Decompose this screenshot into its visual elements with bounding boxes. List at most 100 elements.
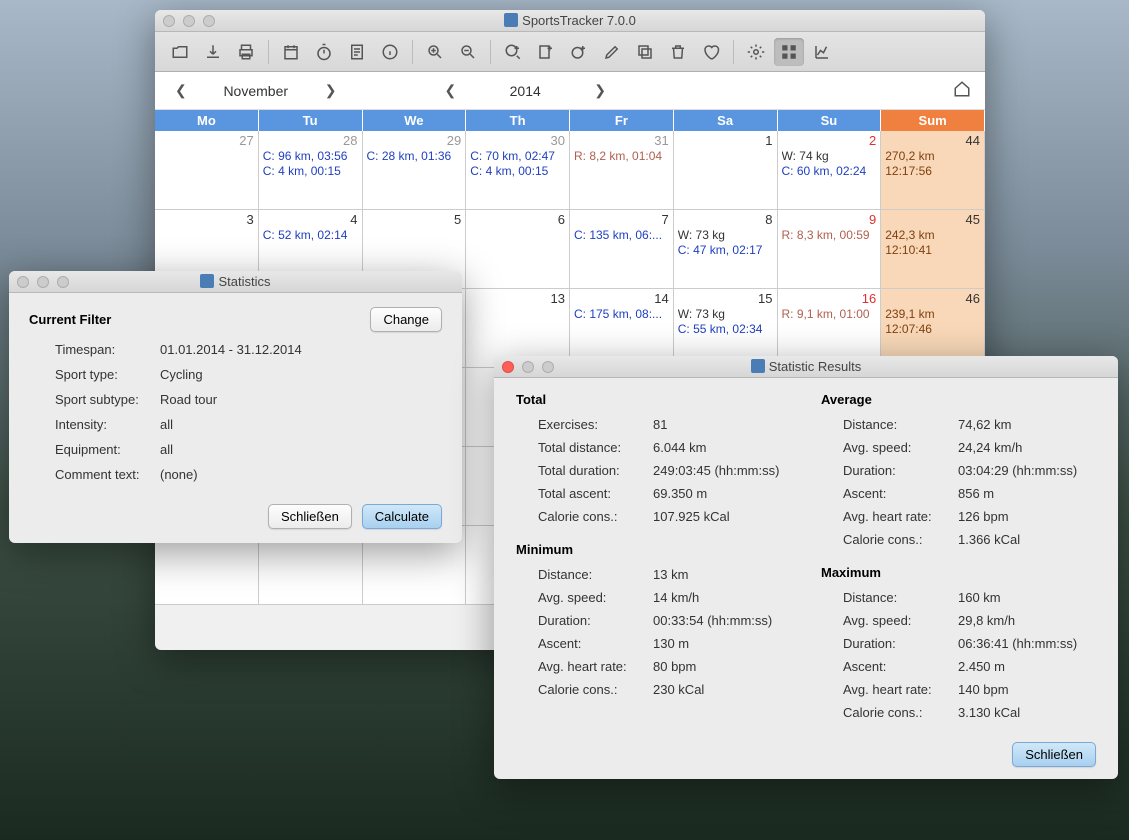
calendar-day-cell[interactable]: 30C: 70 km, 02:47C: 4 km, 00:15 [466,131,570,210]
calendar-entry[interactable]: 12:17:56 [885,164,980,178]
open-icon[interactable] [165,38,195,66]
label: Duration: [843,636,958,651]
window-title: SportsTracker 7.0.0 [155,13,985,28]
calendar-day-cell[interactable]: 29C: 28 km, 01:36 [363,131,467,210]
note-icon[interactable] [342,38,372,66]
close-icon[interactable] [502,361,514,373]
copy-icon[interactable] [630,38,660,66]
calendar-entry[interactable]: R: 8,3 km, 00:59 [782,228,877,242]
label: Calorie cons.: [843,532,958,547]
calendar-day-cell[interactable]: 1 [674,131,778,210]
value: 1.366 kCal [958,532,1096,547]
chart-view-icon[interactable] [807,38,837,66]
heart-icon[interactable] [696,38,726,66]
value: 140 bpm [958,682,1096,697]
calendar-entry[interactable]: W: 74 kg [782,149,877,163]
zoom-icon[interactable] [203,15,215,27]
value: 160 km [958,590,1096,605]
add-note-icon[interactable] [531,38,561,66]
close-button[interactable]: Schließen [1012,742,1096,767]
label: Avg. speed: [843,440,958,455]
sporttype-value: Cycling [160,367,442,382]
settings-icon[interactable] [741,38,771,66]
label: Ascent: [843,486,958,501]
close-icon[interactable] [163,15,175,27]
calendar-entry[interactable]: C: 47 km, 02:17 [678,243,773,257]
calendar-entry[interactable]: C: 4 km, 00:15 [470,164,565,178]
calendar-entry[interactable]: R: 8,2 km, 01:04 [574,149,669,163]
results-titlebar[interactable]: Statistic Results [494,356,1118,378]
day-number: 27 [159,133,254,148]
calendar-day-cell[interactable]: 6 [466,210,570,289]
stopwatch-icon[interactable] [309,38,339,66]
calendar-sum-cell: 45242,3 km12:10:41 [881,210,985,289]
day-number: 3 [159,212,254,227]
prev-year-button[interactable]: ❮ [440,82,460,99]
info-icon[interactable] [375,38,405,66]
calendar-icon[interactable] [276,38,306,66]
weekday-header: Tu [259,110,363,131]
calendar-day-cell[interactable]: 31R: 8,2 km, 01:04 [570,131,674,210]
close-icon[interactable] [17,276,29,288]
zoom-in-icon[interactable] [420,38,450,66]
calendar-day-cell[interactable]: 27 [155,131,259,210]
calendar-entry[interactable]: C: 28 km, 01:36 [367,149,462,163]
zoom-icon[interactable] [542,361,554,373]
minimum-heading: Minimum [516,542,791,557]
calendar-entry[interactable]: 270,2 km [885,149,980,163]
save-icon[interactable] [198,38,228,66]
results-window: Statistic Results Total Exercises:81 Tot… [494,356,1118,779]
close-button[interactable]: Schließen [268,504,352,529]
minimize-icon[interactable] [37,276,49,288]
calendar-entry[interactable]: 242,3 km [885,228,980,242]
next-month-button[interactable]: ❯ [321,82,341,99]
calendar-day-cell[interactable]: 8W: 73 kgC: 47 km, 02:17 [674,210,778,289]
weekday-header: Su [778,110,882,131]
calendar-entry[interactable]: C: 52 km, 02:14 [263,228,358,242]
calendar-day-cell[interactable]: 9R: 8,3 km, 00:59 [778,210,882,289]
calendar-entry[interactable]: C: 135 km, 06:... [574,228,669,242]
stats-titlebar[interactable]: Statistics [9,271,462,293]
minimize-icon[interactable] [183,15,195,27]
weekday-header: Mo [155,110,259,131]
home-icon[interactable] [953,80,971,101]
edit-icon[interactable] [597,38,627,66]
next-year-button[interactable]: ❯ [590,82,610,99]
calendar-entry[interactable]: C: 70 km, 02:47 [470,149,565,163]
grid-view-icon[interactable] [774,38,804,66]
change-button[interactable]: Change [370,307,442,332]
app-icon [504,13,518,27]
print-icon[interactable] [231,38,261,66]
toolbar [155,32,985,72]
calendar-day-cell[interactable]: 2W: 74 kgC: 60 km, 02:24 [778,131,882,210]
day-number: 14 [574,291,669,306]
calendar-entry[interactable]: R: 9,1 km, 01:00 [782,307,877,321]
calendar-entry[interactable]: 239,1 km [885,307,980,321]
value: 6.044 km [653,440,791,455]
main-titlebar[interactable]: SportsTracker 7.0.0 [155,10,985,32]
add-exercise-icon[interactable] [498,38,528,66]
prev-month-button[interactable]: ❮ [171,82,191,99]
zoom-out-icon[interactable] [453,38,483,66]
calendar-day-cell[interactable]: 28C: 96 km, 03:56C: 4 km, 00:15 [259,131,363,210]
day-number: 45 [885,212,980,227]
label: Exercises: [538,417,653,432]
value: 06:36:41 (hh:mm:ss) [958,636,1096,651]
calculate-button[interactable]: Calculate [362,504,442,529]
minimize-icon[interactable] [522,361,534,373]
calendar-day-cell[interactable]: 7C: 135 km, 06:... [570,210,674,289]
calendar-entry[interactable]: C: 60 km, 02:24 [782,164,877,178]
calendar-entry[interactable]: C: 96 km, 03:56 [263,149,358,163]
delete-icon[interactable] [663,38,693,66]
calendar-entry[interactable]: C: 4 km, 00:15 [263,164,358,178]
calendar-entry[interactable]: 12:10:41 [885,243,980,257]
calendar-entry[interactable]: W: 73 kg [678,307,773,321]
label: Ascent: [843,659,958,674]
calendar-entry[interactable]: W: 73 kg [678,228,773,242]
calendar-entry[interactable]: C: 55 km, 02:34 [678,322,773,336]
calendar-entry[interactable]: C: 175 km, 08:... [574,307,669,321]
add-weight-icon[interactable] [564,38,594,66]
day-number: 6 [470,212,565,227]
calendar-entry[interactable]: 12:07:46 [885,322,980,336]
zoom-icon[interactable] [57,276,69,288]
